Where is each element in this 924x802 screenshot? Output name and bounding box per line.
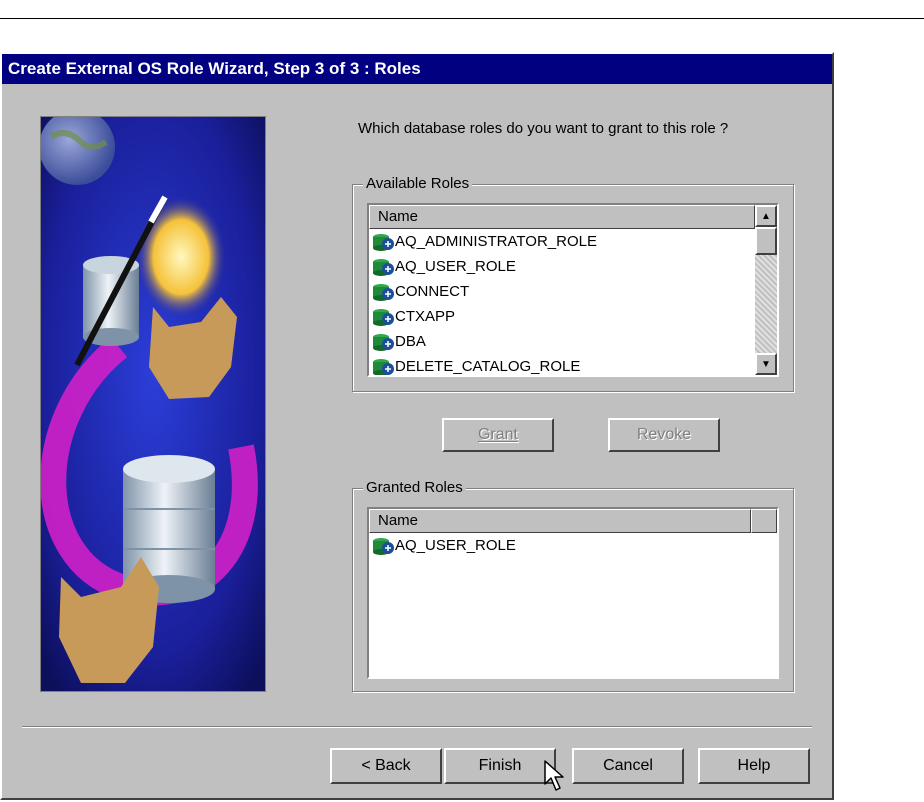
role-icon [373, 283, 394, 301]
list-item[interactable]: AQ_USER_ROLE [369, 254, 597, 279]
granted-roles-rows: AQ_USER_ROLE [369, 533, 516, 558]
list-item[interactable]: DBA [369, 329, 597, 354]
help-button[interactable]: Help [698, 748, 810, 784]
back-button[interactable]: < Back [330, 748, 442, 784]
list-item-label: CTXAPP [395, 308, 456, 325]
wizard-illustration [40, 116, 266, 692]
role-icon [373, 358, 394, 375]
list-item[interactable]: AQ_USER_ROLE [369, 533, 516, 558]
wizard-dialog: Create External OS Role Wizard, Step 3 o… [0, 52, 834, 800]
window-title: Create External OS Role Wizard, Step 3 o… [2, 54, 832, 84]
available-roles-scrollbar[interactable]: ▲ ▼ [755, 205, 777, 375]
list-item-label: AQ_USER_ROLE [395, 258, 516, 275]
mouse-pointer-icon [544, 760, 564, 791]
cancel-label: Cancel [603, 757, 653, 774]
prompt-text: Which database roles do you want to gran… [358, 120, 729, 137]
granted-name-column-header[interactable]: Name [369, 509, 751, 533]
list-item-label: CONNECT [395, 283, 470, 300]
finish-label: Finish [478, 757, 522, 774]
cancel-button[interactable]: Cancel [572, 748, 684, 784]
granted-roles-label: Granted Roles [363, 479, 466, 496]
granted-roles-list[interactable]: Name AQ_USER_ROLE [367, 507, 779, 679]
grant-button[interactable]: Grant [442, 418, 554, 452]
help-label: Help [737, 757, 771, 774]
top-rule [0, 18, 924, 19]
role-icon [373, 233, 394, 251]
role-icon [373, 537, 394, 555]
available-roles-label: Available Roles [363, 175, 473, 192]
revoke-label: Revoke [636, 426, 692, 443]
list-item[interactable]: CTXAPP [369, 304, 597, 329]
granted-roles-header: Name [369, 509, 777, 533]
list-item-label: AQ_ADMINISTRATOR_ROLE [395, 233, 597, 250]
scrollbar-thumb[interactable] [755, 227, 777, 255]
available-name-column-header[interactable]: Name [369, 205, 755, 229]
finish-button[interactable]: Finish [444, 748, 556, 784]
available-roles-header: Name [369, 205, 755, 229]
role-icon [373, 333, 394, 351]
granted-roles-group: Granted Roles Name AQ_USER_ROLE [352, 479, 794, 692]
list-item[interactable]: DELETE_CATALOG_ROLE [369, 354, 597, 375]
list-item[interactable]: CONNECT [369, 279, 597, 304]
back-label: < Back [361, 757, 411, 774]
list-item-label: DBA [395, 333, 426, 350]
role-icon [373, 258, 394, 276]
scroll-down-icon[interactable]: ▼ [755, 353, 777, 375]
scroll-up-icon[interactable]: ▲ [755, 205, 777, 227]
available-roles-list[interactable]: Name AQ_ADMINISTRATOR_ROLE AQ_USER_ROLE … [367, 203, 779, 377]
grant-label: Grant [477, 426, 518, 443]
list-item-label: AQ_USER_ROLE [395, 537, 516, 554]
available-roles-rows: AQ_ADMINISTRATOR_ROLE AQ_USER_ROLE CONNE… [369, 229, 597, 375]
revoke-button[interactable]: Revoke [608, 418, 720, 452]
list-item-label: DELETE_CATALOG_ROLE [395, 358, 581, 375]
footer-separator [22, 726, 812, 728]
available-roles-group: Available Roles Name AQ_ADMINISTRATOR_RO… [352, 175, 794, 392]
list-item[interactable]: AQ_ADMINISTRATOR_ROLE [369, 229, 597, 254]
granted-extra-column-header[interactable] [751, 509, 777, 533]
role-icon [373, 308, 394, 326]
